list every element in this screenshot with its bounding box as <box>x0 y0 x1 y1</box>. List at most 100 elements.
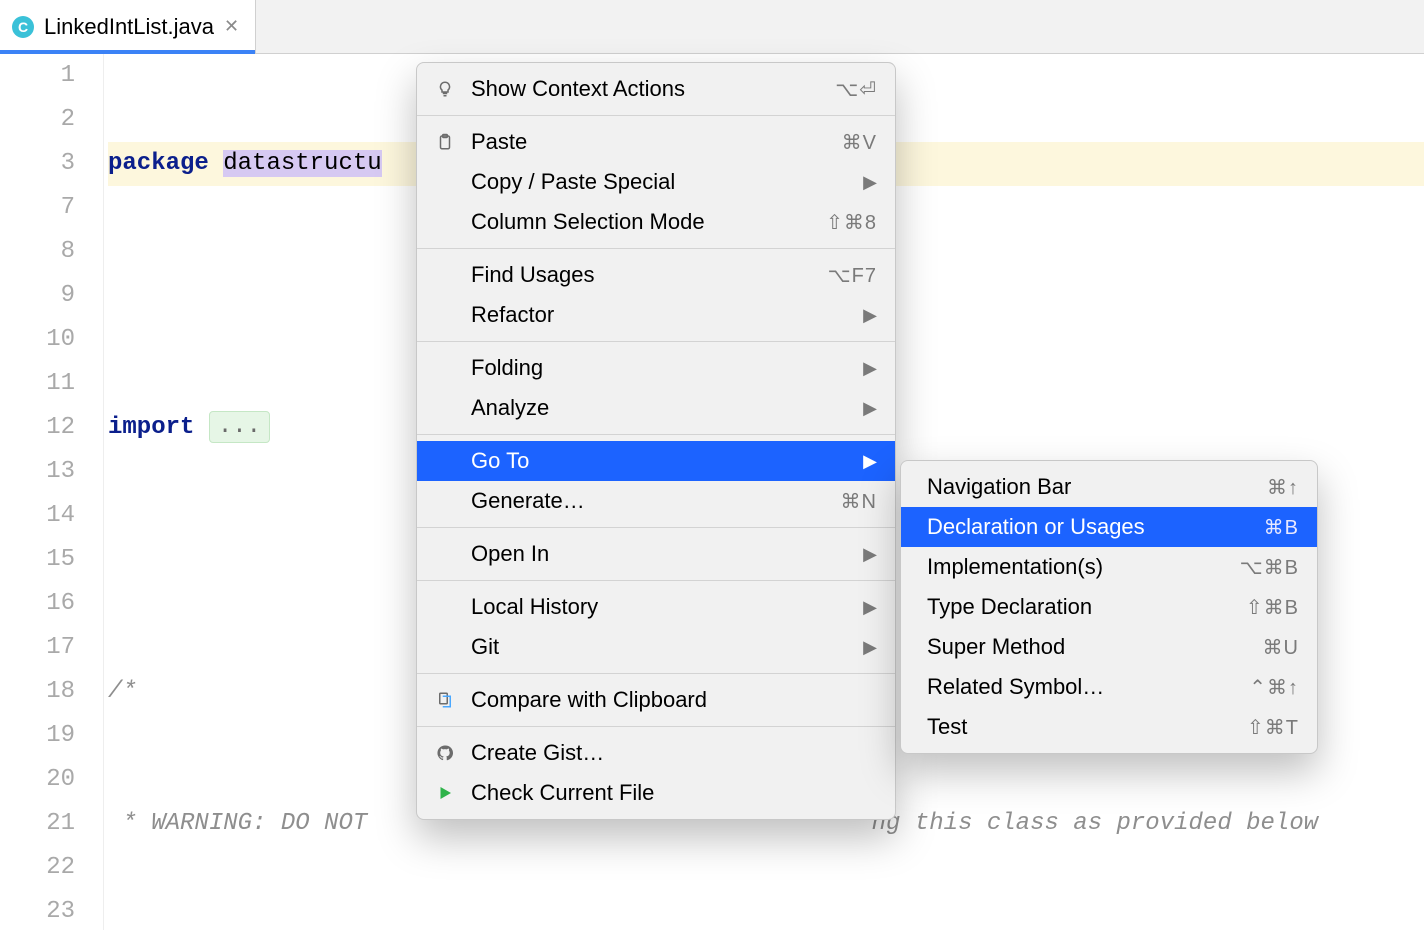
menu-copy-paste-special[interactable]: Copy / Paste Special ▶ <box>417 162 895 202</box>
chevron-right-icon: ▶ <box>863 637 877 658</box>
line-number: 12 <box>0 406 75 450</box>
github-icon <box>431 744 459 762</box>
editor-tab[interactable]: C LinkedIntList.java ✕ <box>0 0 256 53</box>
menu-label: Folding <box>471 355 851 381</box>
context-menu: Show Context Actions ⌥⏎ Paste ⌘V Copy / … <box>416 62 896 820</box>
menu-generate[interactable]: Generate… ⌘N <box>417 481 895 521</box>
line-number: 16 <box>0 582 75 626</box>
chevron-right-icon: ▶ <box>863 358 877 379</box>
menu-shortcut: ⌥F7 <box>828 263 877 288</box>
menu-label: Navigation Bar <box>927 474 1255 500</box>
menu-label: Find Usages <box>471 262 816 288</box>
menu-git[interactable]: Git ▶ <box>417 627 895 667</box>
chevron-right-icon: ▶ <box>863 544 877 565</box>
folded-imports[interactable]: ... <box>209 411 270 443</box>
menu-shortcut: ⌘↑ <box>1267 475 1299 500</box>
line-number: 1 <box>0 54 75 98</box>
menu-label: Declaration or Usages <box>927 514 1252 540</box>
menu-label: Related Symbol… <box>927 674 1237 700</box>
menu-separator <box>417 580 895 581</box>
chevron-right-icon: ▶ <box>863 172 877 193</box>
submenu-implementations[interactable]: Implementation(s) ⌥⌘B <box>901 547 1317 587</box>
menu-label: Compare with Clipboard <box>471 687 877 713</box>
line-number: 20 <box>0 758 75 802</box>
menu-separator <box>417 726 895 727</box>
menu-show-context-actions[interactable]: Show Context Actions ⌥⏎ <box>417 69 895 109</box>
menu-shortcut: ⌃⌘↑ <box>1249 675 1299 700</box>
menu-shortcut: ⌘B <box>1264 515 1299 540</box>
chevron-right-icon: ▶ <box>863 398 877 419</box>
menu-folding[interactable]: Folding ▶ <box>417 348 895 388</box>
menu-label: Local History <box>471 594 851 620</box>
menu-separator <box>417 434 895 435</box>
comment: /* <box>108 678 137 705</box>
menu-refactor[interactable]: Refactor ▶ <box>417 295 895 335</box>
line-number: 13 <box>0 450 75 494</box>
menu-shortcut: ⌘N <box>841 489 877 514</box>
menu-separator <box>417 115 895 116</box>
menu-separator <box>417 248 895 249</box>
goto-submenu: Navigation Bar ⌘↑ Declaration or Usages … <box>900 460 1318 754</box>
menu-check-current-file[interactable]: Check Current File <box>417 773 895 813</box>
line-number: 11 <box>0 362 75 406</box>
line-number: 14 <box>0 494 75 538</box>
menu-label: Analyze <box>471 395 851 421</box>
line-number: 2 <box>0 98 75 142</box>
menu-shortcut: ⌘V <box>842 130 877 155</box>
menu-label: Open In <box>471 541 851 567</box>
line-number: 21 <box>0 802 75 846</box>
menu-label: Test <box>927 714 1235 740</box>
lightbulb-icon <box>431 80 459 98</box>
editor-tabbar: C LinkedIntList.java ✕ <box>0 0 1424 54</box>
keyword-import: import <box>108 414 194 441</box>
submenu-super-method[interactable]: Super Method ⌘U <box>901 627 1317 667</box>
menu-go-to[interactable]: Go To ▶ <box>417 441 895 481</box>
line-number: 3 <box>0 142 75 186</box>
menu-compare-clipboard[interactable]: Compare with Clipboard <box>417 680 895 720</box>
menu-label: Generate… <box>471 488 829 514</box>
menu-create-gist[interactable]: Create Gist… <box>417 733 895 773</box>
menu-label: Git <box>471 634 851 660</box>
menu-column-selection[interactable]: Column Selection Mode ⇧⌘8 <box>417 202 895 242</box>
line-number: 15 <box>0 538 75 582</box>
menu-shortcut: ⌘U <box>1263 635 1299 660</box>
submenu-navigation-bar[interactable]: Navigation Bar ⌘↑ <box>901 467 1317 507</box>
keyword-package: package <box>108 150 209 177</box>
menu-label: Show Context Actions <box>471 76 823 102</box>
submenu-type-declaration[interactable]: Type Declaration ⇧⌘B <box>901 587 1317 627</box>
line-number: 22 <box>0 846 75 890</box>
chevron-right-icon: ▶ <box>863 305 877 326</box>
menu-open-in[interactable]: Open In ▶ <box>417 534 895 574</box>
menu-local-history[interactable]: Local History ▶ <box>417 587 895 627</box>
submenu-test[interactable]: Test ⇧⌘T <box>901 707 1317 747</box>
line-number-gutter: 1 2 3 7 8 9 10 11 12 13 14 15 16 17 18 1… <box>0 54 104 930</box>
submenu-related-symbol[interactable]: Related Symbol… ⌃⌘↑ <box>901 667 1317 707</box>
line-number: 19 <box>0 714 75 758</box>
menu-shortcut: ⇧⌘T <box>1247 715 1299 740</box>
menu-label: Refactor <box>471 302 851 328</box>
menu-analyze[interactable]: Analyze ▶ <box>417 388 895 428</box>
menu-label: Go To <box>471 448 851 474</box>
menu-shortcut: ⇧⌘8 <box>826 210 877 235</box>
menu-label: Create Gist… <box>471 740 877 766</box>
close-icon[interactable]: ✕ <box>224 16 239 37</box>
comment: ng this class as provided below <box>872 810 1318 837</box>
chevron-right-icon: ▶ <box>863 451 877 472</box>
line-number: 18 <box>0 670 75 714</box>
menu-shortcut: ⇧⌘B <box>1246 595 1299 620</box>
diff-icon <box>431 691 459 709</box>
java-class-icon: C <box>12 16 34 38</box>
menu-shortcut: ⌥⌘B <box>1240 555 1299 580</box>
line-number: 23 <box>0 890 75 930</box>
menu-label: Paste <box>471 129 830 155</box>
menu-find-usages[interactable]: Find Usages ⌥F7 <box>417 255 895 295</box>
line-number: 8 <box>0 230 75 274</box>
tab-file-name: LinkedIntList.java <box>44 14 214 40</box>
menu-label: Type Declaration <box>927 594 1234 620</box>
submenu-declaration-or-usages[interactable]: Declaration or Usages ⌘B <box>901 507 1317 547</box>
selection: datastructu <box>223 150 381 177</box>
menu-paste[interactable]: Paste ⌘V <box>417 122 895 162</box>
menu-separator <box>417 527 895 528</box>
line-number: 10 <box>0 318 75 362</box>
menu-shortcut: ⌥⏎ <box>835 77 877 102</box>
